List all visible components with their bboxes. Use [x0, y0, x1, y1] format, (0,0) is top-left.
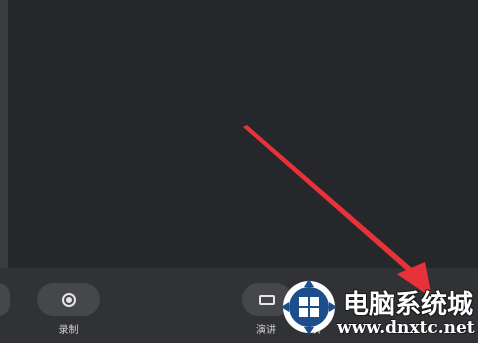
watermark-logo	[281, 279, 337, 335]
watermark-url: www.dnxtc.net	[337, 318, 475, 338]
watermark-title: 电脑系统城	[343, 290, 474, 320]
